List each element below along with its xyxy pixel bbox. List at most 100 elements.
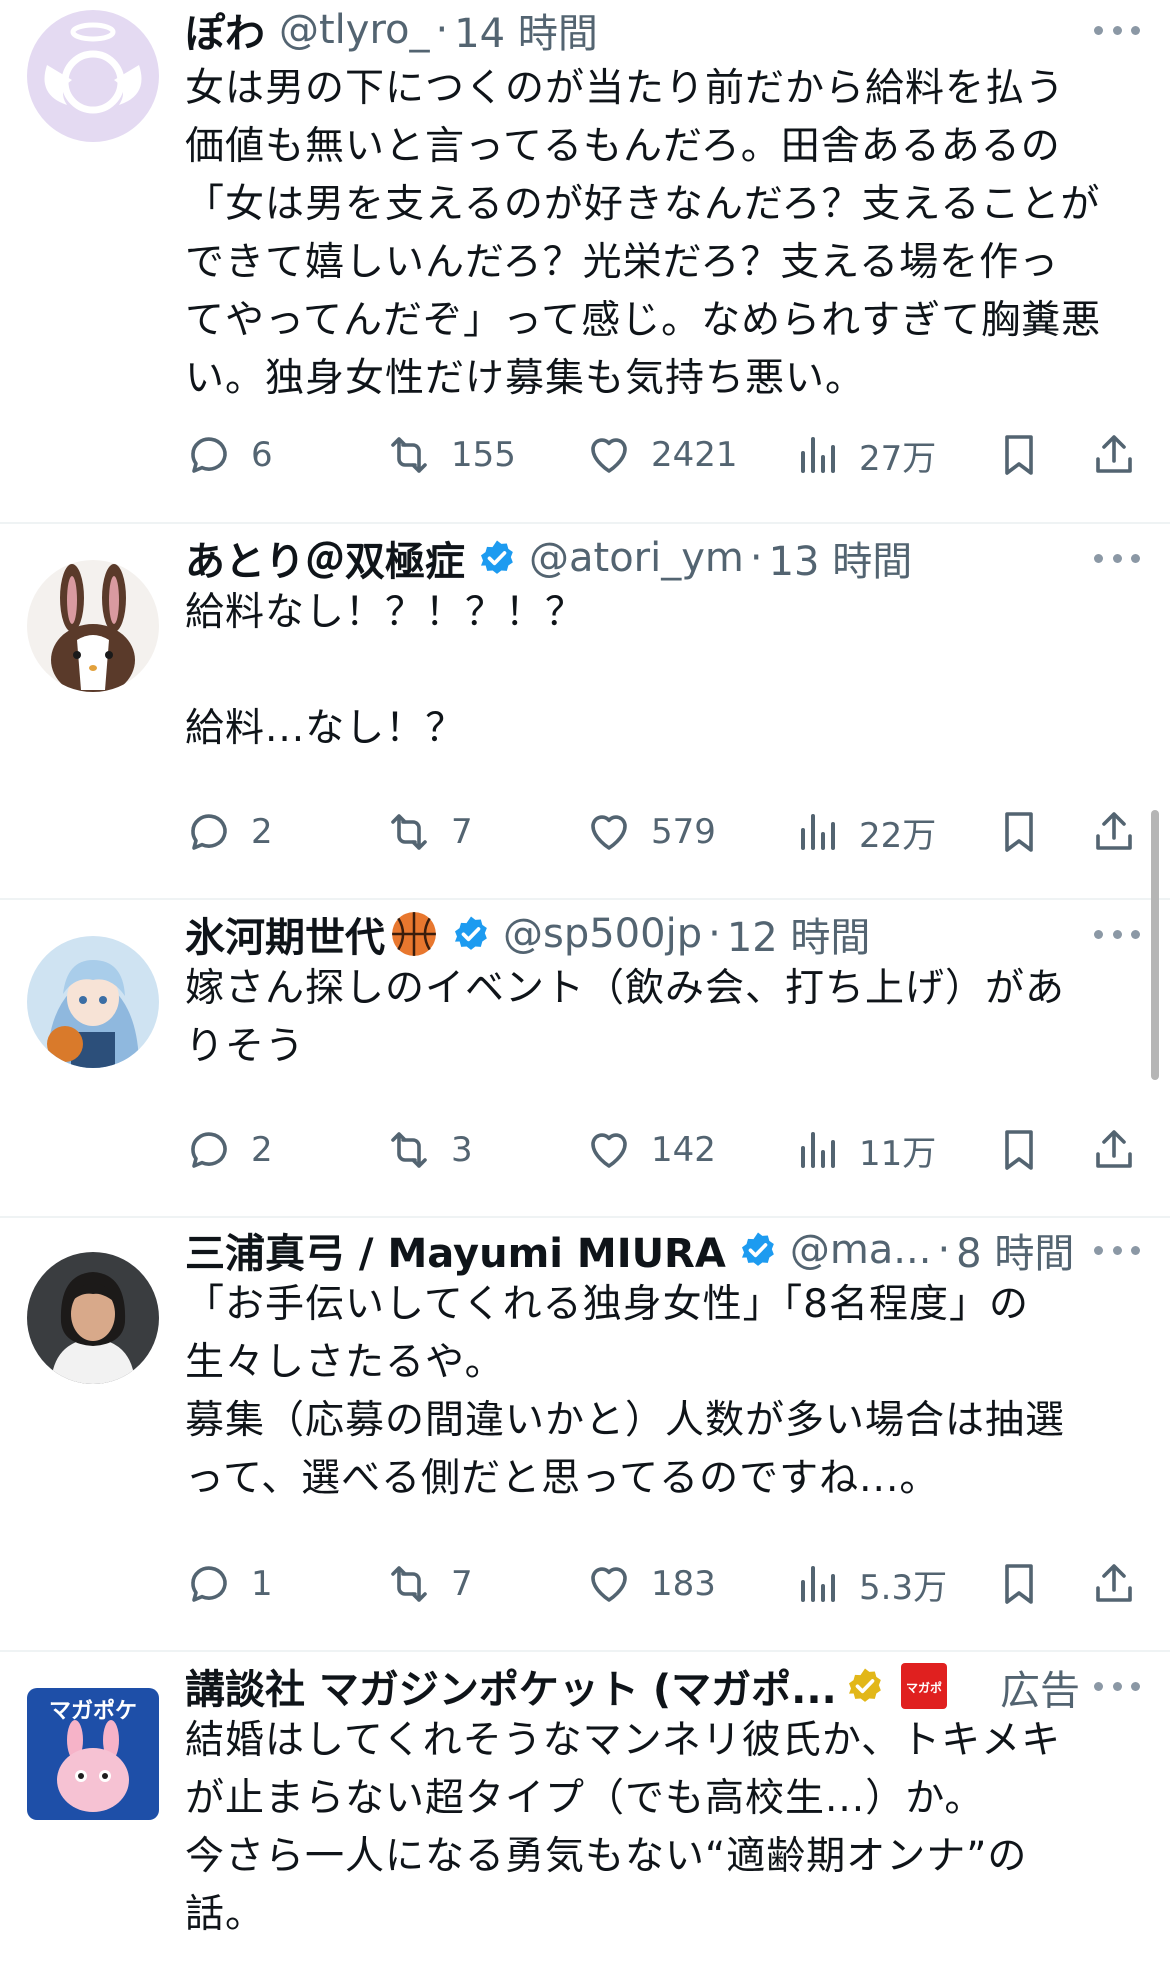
tweet-header: 三浦真弓 / Mayumi MIURA @ma... · 8 時間 bbox=[185, 1222, 1100, 1278]
display-name[interactable]: 氷河期世代 bbox=[185, 906, 385, 962]
promoted-tweet[interactable]: マガポケ 講談社 マガジンポケット (マガポ... マガポ 広告 結婚はしてくれ… bbox=[0, 1652, 1170, 1968]
bookmark-icon bbox=[1005, 1130, 1033, 1170]
avatar[interactable] bbox=[27, 936, 159, 1068]
verified-badge-icon bbox=[477, 538, 517, 578]
like-count: 2421 bbox=[651, 435, 738, 475]
view-count: 27万 bbox=[859, 438, 937, 479]
separator: · bbox=[435, 7, 449, 53]
more-options-icon[interactable] bbox=[1094, 914, 1140, 954]
user-handle[interactable]: @tlyro_ bbox=[279, 7, 430, 53]
reply-count: 6 bbox=[251, 435, 273, 475]
avatar[interactable]: マガポケ bbox=[27, 1688, 159, 1820]
reply-button[interactable]: 2 bbox=[185, 802, 273, 862]
more-options-icon[interactable] bbox=[1094, 10, 1140, 50]
share-button[interactable] bbox=[1090, 1554, 1138, 1614]
timestamp[interactable]: 8 時間 bbox=[956, 1222, 1074, 1278]
share-button[interactable] bbox=[1090, 1120, 1138, 1180]
bookmark-button[interactable] bbox=[995, 1120, 1043, 1180]
repost-count: 155 bbox=[451, 435, 516, 475]
reply-button[interactable]: 6 bbox=[185, 425, 273, 485]
user-handle[interactable]: @ma... bbox=[790, 1227, 932, 1273]
views-button[interactable]: 5.3万 bbox=[793, 1554, 947, 1614]
affiliate-badge-icon: マガポ bbox=[900, 1663, 947, 1709]
view-count: 22万 bbox=[859, 815, 937, 856]
share-button[interactable] bbox=[1090, 802, 1138, 862]
like-button[interactable]: 183 bbox=[585, 1554, 716, 1614]
tweet-actions: 2 3 142 11万 bbox=[185, 1120, 1135, 1180]
promoted-label: 広告 bbox=[1000, 1668, 1080, 1714]
anime-character-avatar-icon bbox=[27, 936, 159, 1068]
bookmark-icon bbox=[1005, 435, 1033, 475]
verified-badge-icon bbox=[451, 914, 491, 954]
display-name[interactable]: あとり＠双極症 bbox=[185, 530, 465, 586]
bookmark-button[interactable] bbox=[995, 802, 1043, 862]
repost-button[interactable]: 3 bbox=[385, 1120, 473, 1180]
tweet-header: 講談社 マガジンポケット (マガポ... マガポ bbox=[185, 1658, 950, 1714]
tweet-actions: 1 7 183 5.3万 bbox=[185, 1554, 1135, 1614]
user-handle[interactable]: @sp500jp bbox=[503, 911, 702, 957]
more-options-icon[interactable] bbox=[1094, 1230, 1140, 1270]
views-chart-icon bbox=[801, 1566, 835, 1602]
share-button[interactable] bbox=[1090, 425, 1138, 485]
tweet[interactable]: あとり＠双極症 @atori_ym · 13 時間 給料なし！？！？！？ 給料.… bbox=[0, 524, 1170, 898]
like-button[interactable]: 2421 bbox=[585, 425, 738, 485]
repost-icon bbox=[391, 1566, 427, 1602]
views-button[interactable]: 11万 bbox=[793, 1120, 936, 1180]
repost-button[interactable]: 7 bbox=[385, 1554, 473, 1614]
tweet-text: 嫁さん探しのイベント（飲み会、打ち上げ）があ りそう bbox=[185, 966, 1066, 1069]
views-chart-icon bbox=[801, 1132, 835, 1168]
heart-icon bbox=[591, 1133, 627, 1168]
timestamp[interactable]: 12 時間 bbox=[727, 906, 871, 962]
bookmark-icon bbox=[1005, 812, 1033, 852]
reply-count: 2 bbox=[251, 812, 273, 852]
profile-photo-avatar-icon bbox=[27, 1252, 159, 1384]
more-options-icon[interactable] bbox=[1094, 1666, 1140, 1706]
views-button[interactable]: 22万 bbox=[793, 802, 936, 862]
repost-button[interactable]: 7 bbox=[385, 802, 473, 862]
scrollbar[interactable] bbox=[1151, 810, 1159, 1080]
views-button[interactable]: 27万 bbox=[793, 425, 936, 485]
reply-button[interactable]: 2 bbox=[185, 1120, 273, 1180]
like-count: 579 bbox=[651, 812, 716, 852]
tweet-header: あとり＠双極症 @atori_ym · 13 時間 bbox=[185, 530, 1100, 586]
reply-button[interactable]: 1 bbox=[185, 1554, 273, 1614]
affiliate-badge-text: マガポ bbox=[906, 1680, 942, 1695]
basketball-icon bbox=[389, 909, 439, 959]
angel-avatar-icon bbox=[27, 10, 159, 142]
more-options-icon[interactable] bbox=[1094, 538, 1140, 578]
tweet[interactable]: 三浦真弓 / Mayumi MIURA @ma... · 8 時間 「お手伝いし… bbox=[0, 1218, 1170, 1650]
like-button[interactable]: 142 bbox=[585, 1120, 716, 1180]
tweet-text: 「お手伝いしてくれる独身女性」「8名程度」の 生々しさたるや。 募集（応募の間違… bbox=[185, 1282, 1066, 1501]
reply-count: 2 bbox=[251, 1130, 273, 1170]
timestamp[interactable]: 13 時間 bbox=[769, 530, 913, 586]
share-icon bbox=[1096, 435, 1132, 473]
avatar[interactable] bbox=[27, 1252, 159, 1384]
display-name[interactable]: 講談社 マガジンポケット (マガポ... bbox=[185, 1658, 837, 1714]
rabbit-avatar-icon bbox=[27, 560, 159, 692]
like-count: 183 bbox=[651, 1564, 716, 1604]
tweet[interactable]: ぽわ @tlyro_ · 14 時間 女は男の下につくのが当たり前だから給料を払… bbox=[0, 0, 1170, 522]
avatar[interactable] bbox=[27, 560, 159, 692]
display-name[interactable]: ぽわ bbox=[185, 2, 265, 58]
heart-icon bbox=[591, 815, 627, 850]
repost-button[interactable]: 155 bbox=[385, 425, 516, 485]
avatar[interactable] bbox=[27, 10, 159, 142]
reply-count: 1 bbox=[251, 1564, 273, 1604]
bookmark-button[interactable] bbox=[995, 1554, 1043, 1614]
bookmark-button[interactable] bbox=[995, 425, 1043, 485]
separator: · bbox=[749, 535, 763, 581]
tweet-actions: 2 7 579 22万 bbox=[185, 802, 1135, 862]
separator: · bbox=[937, 1227, 951, 1273]
view-count: 11万 bbox=[859, 1133, 937, 1174]
reply-icon bbox=[191, 1132, 227, 1168]
tweet-text: 結婚はしてくれそうなマンネリ彼氏か、トキメキ が止まらない超タイプ（でも高校生.… bbox=[185, 1718, 1062, 1937]
reply-icon bbox=[191, 1566, 227, 1602]
timestamp[interactable]: 14 時間 bbox=[454, 2, 598, 58]
reply-icon bbox=[191, 814, 227, 850]
share-icon bbox=[1096, 1564, 1132, 1602]
repost-icon bbox=[391, 437, 427, 473]
tweet[interactable]: 氷河期世代 @sp500jp · 12 時間 嫁さん探しのイベント（飲み会、打ち… bbox=[0, 900, 1170, 1216]
user-handle[interactable]: @atori_ym bbox=[529, 535, 744, 581]
display-name[interactable]: 三浦真弓 / Mayumi MIURA bbox=[185, 1222, 726, 1278]
like-button[interactable]: 579 bbox=[585, 802, 716, 862]
